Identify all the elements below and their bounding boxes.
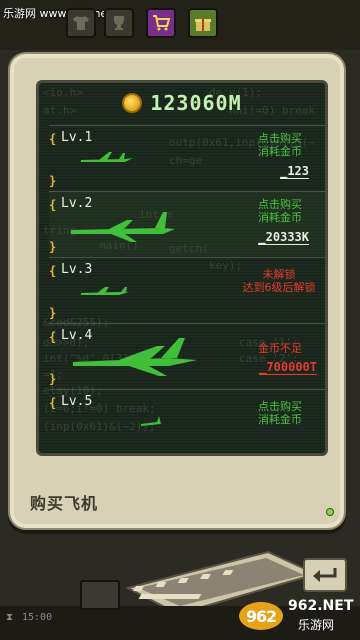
status-line: 达到6级后解锁 <box>242 281 316 294</box>
svg-text:2: 2 <box>266 607 277 626</box>
status-block: 金币不足 <box>235 342 325 355</box>
back-button[interactable] <box>303 558 347 592</box>
bracket-close: } <box>49 240 57 254</box>
page-title: 购买飞机 <box>30 494 99 513</box>
status-line: 未解锁 <box>262 268 296 281</box>
watermark-logo-icon: 9 6 2 <box>239 602 283 630</box>
level-label: Lv.3 <box>61 262 93 277</box>
level-label: Lv.1 <box>61 130 93 145</box>
watermark-brand: 962.NET <box>288 598 354 614</box>
bottom-button[interactable] <box>80 580 120 610</box>
status-line: 金币不足 <box>258 342 302 355</box>
bracket-close: } <box>49 174 57 188</box>
gift-icon <box>195 19 211 31</box>
coin-icon <box>122 93 143 113</box>
status-line: 点击购买 <box>258 400 302 413</box>
status-block: 点击购买 消耗金币 <box>235 198 325 224</box>
bracket-open: { <box>49 132 57 146</box>
watermark-bottom: 9 6 2 962.NET 乐游网 <box>236 592 356 636</box>
bracket-open: { <box>49 396 57 410</box>
level-row-5[interactable]: { Lv.5 点击购买 消耗金币 <box>49 389 325 453</box>
status-line: 消耗金币 <box>258 211 302 224</box>
shirt-button[interactable] <box>66 8 96 38</box>
plane-lv1-icon <box>81 152 133 162</box>
plane-lv2-icon <box>71 212 175 242</box>
price: _20333K <box>258 230 309 245</box>
level-row-2[interactable]: { } Lv.2 点击购买 消耗金币 _20333K <box>49 191 325 256</box>
plane-lv4-icon <box>73 338 197 376</box>
plane-lv5-icon <box>141 416 161 426</box>
bracket-open: { <box>49 198 57 212</box>
hourglass-icon: ⧗ <box>6 612 14 623</box>
price: _700000T <box>259 360 317 375</box>
return-arrow-icon <box>313 568 337 582</box>
cart-icon <box>153 15 170 31</box>
bracket-close: } <box>49 306 57 320</box>
status-block: 点击购买 消耗金币 <box>235 132 325 158</box>
terminal-screen: <io.h> de y(1); at.h> nhi!=0) break outp… <box>36 80 328 456</box>
status-line: 消耗金币 <box>258 145 302 158</box>
status-line: 消耗金币 <box>258 413 302 426</box>
status-line: 点击购买 <box>258 198 302 211</box>
level-row-1[interactable]: { } Lv.1 点击购买 消耗金币 _123 <box>49 125 325 190</box>
level-row-4[interactable]: { } Lv.4 金币不足 _700000T <box>49 323 325 388</box>
cart-button[interactable] <box>146 8 176 38</box>
coin-value: 123060M <box>150 91 242 115</box>
shirt-icon <box>73 16 89 30</box>
status-block: 未解锁 达到6级后解锁 <box>219 268 325 294</box>
trophy-button[interactable] <box>104 8 134 38</box>
gift-button[interactable] <box>188 8 218 38</box>
level-row-3[interactable]: { } Lv.3 未解锁 达到6级后解锁 <box>49 257 325 322</box>
price: _123 <box>280 164 309 179</box>
plane-lv3-icon <box>81 287 129 295</box>
bracket-open: { <box>49 330 57 344</box>
power-led <box>326 508 334 516</box>
trophy-icon <box>114 16 124 30</box>
bracket-open: { <box>49 264 57 278</box>
status-block: 点击购买 消耗金币 <box>235 400 325 426</box>
clock-text: 15:00 <box>22 612 53 623</box>
coin-balance: 123060M <box>39 87 325 119</box>
bracket-close: } <box>49 372 57 386</box>
level-label: Lv.5 <box>61 394 93 409</box>
watermark-sub: 乐游网 <box>298 618 335 632</box>
status-line: 点击购买 <box>258 132 302 145</box>
